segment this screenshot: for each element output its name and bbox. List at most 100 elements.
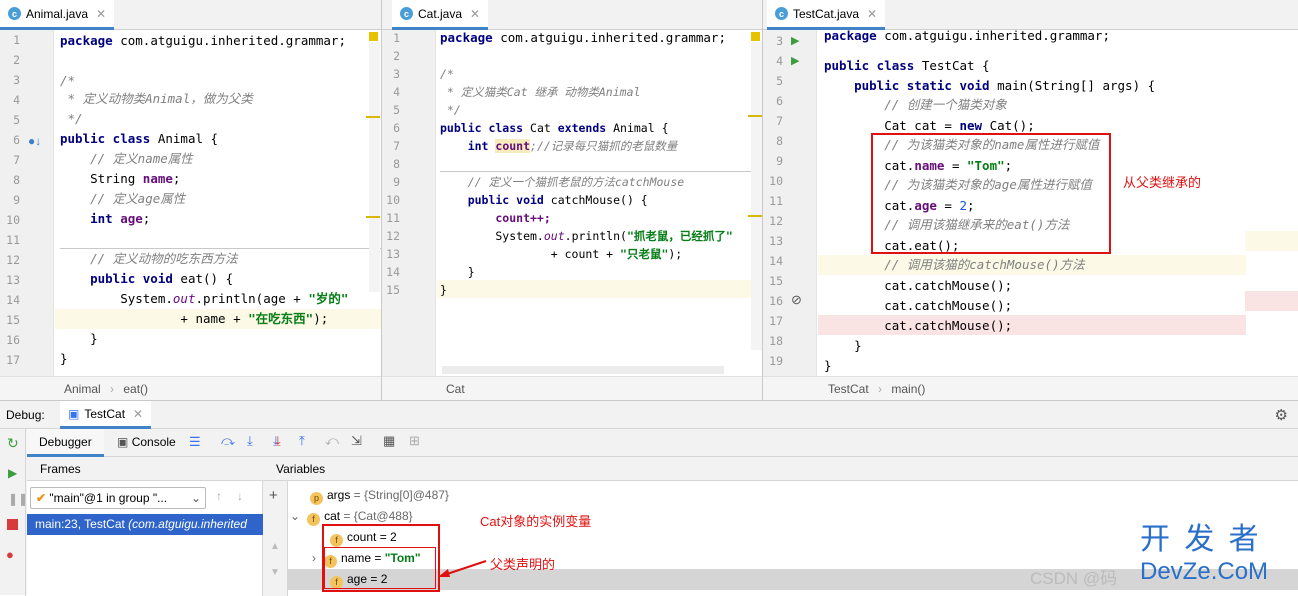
arrow-up-icon[interactable]: ↑ xyxy=(216,489,222,503)
editor-tab-bar: c Cat.java ✕ xyxy=(382,0,762,30)
debug-side-toolbar: ↻ ▶ ❚❚ ● xyxy=(0,429,28,596)
breadcrumb: Cat xyxy=(382,376,762,400)
current-line-highlight xyxy=(437,280,762,298)
line-number: 4 xyxy=(776,54,783,68)
line-number: 6 xyxy=(393,121,400,135)
breadcrumb: TestCat › main() xyxy=(763,376,1298,400)
breadcrumb-method[interactable]: main() xyxy=(891,382,925,396)
warning-marker xyxy=(751,32,760,41)
line-number: 9 xyxy=(13,193,20,207)
line-number: 12 xyxy=(6,253,20,267)
code-line: } xyxy=(824,338,862,353)
close-icon[interactable]: ✕ xyxy=(867,7,877,21)
line-number: 8 xyxy=(776,134,783,148)
drop-frame-icon[interactable]: ⤺ xyxy=(325,433,339,449)
run-icon[interactable]: ▶ xyxy=(791,34,799,47)
tab-animal-java[interactable]: c Animal.java ✕ xyxy=(0,0,115,30)
line-number: 19 xyxy=(769,354,783,368)
line-number: 5 xyxy=(776,74,783,88)
error-stripe-mark xyxy=(366,216,380,218)
class-icon: c xyxy=(400,7,413,20)
line-number: 13 xyxy=(386,247,400,261)
frame-row-selected[interactable]: main:23, TestCat (com.atguigu.inherited xyxy=(27,514,263,535)
code-line: */ xyxy=(440,103,461,117)
move-down-icon[interactable]: ▼ xyxy=(270,567,280,578)
menu-icon[interactable]: ☰ xyxy=(189,434,201,450)
code-line: String name; xyxy=(60,171,181,186)
close-icon[interactable]: ✕ xyxy=(133,407,143,421)
line-number: 8 xyxy=(13,173,20,187)
close-icon[interactable]: ✕ xyxy=(470,7,480,21)
line-number: 14 xyxy=(386,265,400,279)
warning-marker xyxy=(369,32,378,41)
code-line: package com.atguigu.inherited.grammar; xyxy=(440,30,726,45)
trace-icon[interactable]: ⊞ xyxy=(409,433,420,449)
tab-debugger[interactable]: Debugger xyxy=(27,429,104,457)
code-line: package com.atguigu.inherited.grammar; xyxy=(824,28,1110,43)
scrollbar[interactable] xyxy=(369,42,380,292)
thread-selector[interactable]: ✔ "main"@1 in group "... ⌄ xyxy=(30,487,206,509)
stop-icon[interactable] xyxy=(7,519,18,530)
step-over-icon[interactable]: ⤓ xyxy=(247,433,253,449)
breadcrumb: Animal › eat() xyxy=(0,376,381,400)
line-number: 3 xyxy=(776,34,783,48)
run-icon[interactable]: ▶ xyxy=(791,54,799,67)
code-line: * 定义动物类Animal，做为父类 xyxy=(60,91,253,106)
line-number: 17 xyxy=(6,353,20,367)
watermark-logo: 开 发 者 xyxy=(1140,523,1262,556)
editor-cat: c Cat.java ✕ 1 2 3 4 5 6 7 8 9 10 11 12 … xyxy=(382,0,762,400)
line-number: 8 xyxy=(393,157,400,171)
chevron-right-icon[interactable]: › xyxy=(312,551,316,565)
code-line: public class Animal { xyxy=(60,131,219,146)
code-line: } xyxy=(824,358,832,373)
line-number: 12 xyxy=(769,214,783,228)
variable-row-args[interactable]: p args = {String[0]@487} xyxy=(310,485,449,506)
breadcrumb-method[interactable]: eat() xyxy=(123,382,148,396)
line-number: 2 xyxy=(393,49,400,63)
scrollbar[interactable] xyxy=(751,42,762,350)
bug-icon: ▣ xyxy=(68,406,80,421)
breadcrumb-class[interactable]: Animal xyxy=(64,382,101,396)
highlight-box xyxy=(324,547,436,589)
force-step-into-icon[interactable]: ⤓ xyxy=(275,433,281,449)
run-to-cursor-icon[interactable]: ⇲ xyxy=(351,433,362,449)
chevron-down-icon[interactable]: ⌄ xyxy=(290,509,300,523)
variables-header: Variables xyxy=(263,457,1298,481)
code-line: } xyxy=(440,265,475,279)
frames-panel: Frames ✔ "main"@1 in group "... ⌄ ↑ ↓ ma… xyxy=(27,457,263,596)
disabled-breakpoint-icon[interactable]: ⊘ xyxy=(791,292,802,308)
tab-cat-java[interactable]: c Cat.java ✕ xyxy=(392,0,489,30)
code-line: * 定义猫类Cat 继承 动物类Animal xyxy=(440,85,641,99)
pause-icon[interactable]: ❚❚ xyxy=(8,492,28,506)
step-out-icon[interactable]: ⤒ xyxy=(299,433,305,449)
code-line: } xyxy=(440,283,447,297)
line-number: 9 xyxy=(776,154,783,168)
tab-console[interactable]: ▣ Console xyxy=(117,429,176,457)
breadcrumb-class[interactable]: TestCat xyxy=(828,382,869,396)
line-number: 7 xyxy=(13,153,20,167)
line-number: 5 xyxy=(13,113,20,127)
add-watch-icon[interactable]: + xyxy=(269,487,278,504)
code-line: public static void main(String[] args) { xyxy=(824,78,1156,93)
arrow-down-icon[interactable]: ↓ xyxy=(237,489,243,503)
breadcrumb-class[interactable]: Cat xyxy=(446,382,465,396)
evaluate-expression-icon[interactable]: ▦ xyxy=(383,433,395,449)
view-breakpoints-icon[interactable]: ● xyxy=(6,547,14,562)
line-number: 1 xyxy=(13,33,20,47)
close-icon[interactable]: ✕ xyxy=(96,7,106,21)
line-number: 9 xyxy=(393,175,400,189)
breadcrumb-separator: › xyxy=(878,382,883,396)
code-line: // 创建一个猫类对象 xyxy=(824,97,1007,112)
settings-gear-icon[interactable]: ⚙ xyxy=(1275,406,1288,424)
debug-config-tab[interactable]: ▣ TestCat ✕ xyxy=(60,401,152,429)
line-number: 15 xyxy=(6,313,20,327)
show-execution-point-icon[interactable]: ⤼ xyxy=(221,433,235,449)
move-up-icon[interactable]: ▲ xyxy=(270,541,280,552)
code-line: int count;//记录每只猫抓的老鼠数量 xyxy=(440,139,678,153)
resume-icon[interactable]: ▶ xyxy=(8,466,17,480)
override-gutter-icon[interactable]: ●↓ xyxy=(28,134,41,148)
code-line: // 定义age属性 xyxy=(60,191,186,206)
rerun-icon[interactable]: ↻ xyxy=(7,435,19,452)
horizontal-scrollbar[interactable] xyxy=(442,366,724,374)
debug-tool-window: Debug: ▣ TestCat ✕ ⚙ ↻ ▶ ❚❚ ● Debugger ▣… xyxy=(0,400,1298,596)
